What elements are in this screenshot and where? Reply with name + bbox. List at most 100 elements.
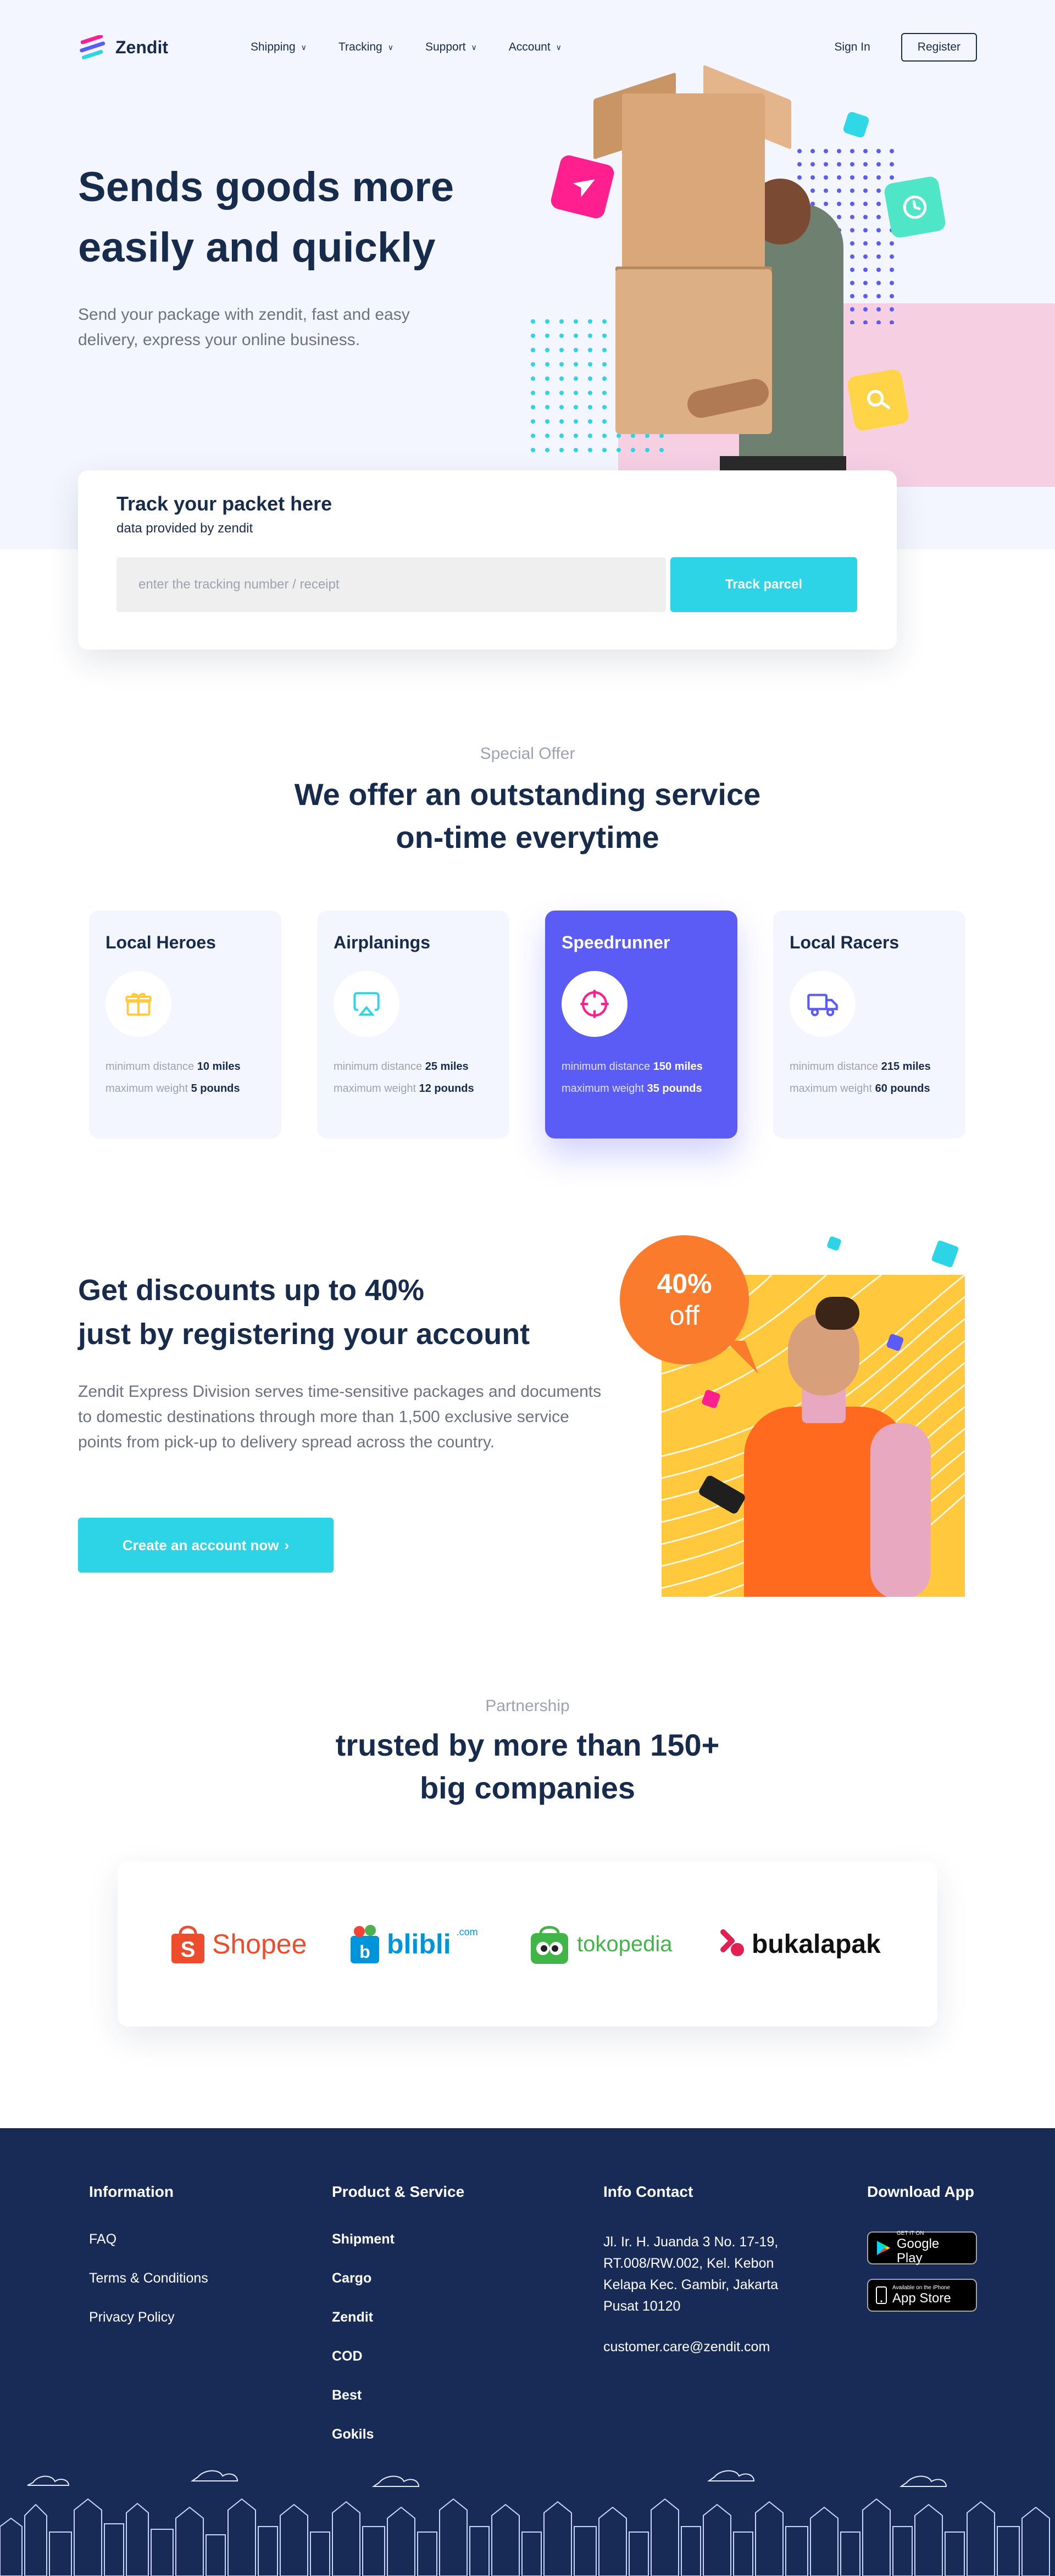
footer-products: Product & Service Shipment Cargo Zendit …: [332, 2183, 464, 2466]
partnership-title: trusted by more than 150+ big companies: [0, 1724, 1055, 1809]
footer-link-faq[interactable]: FAQ: [89, 2231, 208, 2247]
zendit-logo-icon: [80, 35, 106, 59]
confetti-decoration: [826, 1235, 842, 1252]
hero-title-line1: Sends goods more: [78, 164, 454, 210]
weight-value: 35 pounds: [647, 1082, 702, 1095]
svg-text:S: S: [181, 1937, 196, 1962]
partner-bukalapak[interactable]: bukalapak: [719, 1922, 881, 1966]
track-parcel-button[interactable]: Track parcel: [670, 557, 857, 612]
service-weight: maximum weight 35 pounds: [562, 1082, 702, 1095]
app-store-text: Available on the iPhone App Store: [892, 2285, 951, 2306]
distance-value: 150 miles: [653, 1061, 703, 1073]
footer-link-terms[interactable]: Terms & Conditions: [89, 2270, 208, 2286]
distance-label: minimum distance: [562, 1061, 651, 1073]
discount-title: Get discounts up to 40% just by register…: [78, 1268, 628, 1356]
partnership-eyebrow: Partnership: [485, 1697, 570, 1715]
weight-label: maximum weight: [106, 1082, 188, 1095]
airplay-icon: [334, 971, 399, 1037]
main-menu: Shipping ∨ Tracking ∨ Support ∨ Account …: [251, 41, 562, 54]
hero-title-line2: easily and quickly: [78, 224, 436, 271]
chevron-down-icon: ∨: [387, 42, 393, 52]
iphone-icon: [876, 2286, 887, 2304]
services-title-line2: on-time everytime: [396, 820, 659, 854]
site-footer: Information FAQ Terms & Conditions Priva…: [0, 2128, 1055, 2576]
partner-tokopedia[interactable]: tokopedia: [528, 1922, 672, 1966]
brand-name: Zendit: [115, 37, 168, 57]
woman-hair: [815, 1297, 859, 1330]
register-button[interactable]: Register: [901, 33, 977, 62]
create-account-label: Create an account now: [122, 1536, 279, 1553]
service-name: Local Racers: [790, 932, 899, 952]
service-card-speedrunner[interactable]: Speedrunner minimum distance 150 miles m…: [545, 911, 737, 1139]
footer-address: Jl. Ir. H. Juanda 3 No. 17-19, RT.008/RW…: [603, 2234, 779, 2314]
service-card-airplanings[interactable]: Airplanings minimum distance 25 miles ma…: [317, 911, 509, 1139]
partner-suffix: .com: [456, 1927, 478, 1937]
footer-email[interactable]: customer.care@zendit.com: [603, 2339, 812, 2355]
weight-label: maximum weight: [334, 1082, 417, 1095]
weight-label: maximum weight: [790, 1082, 873, 1095]
target-icon: [562, 971, 628, 1037]
partner-name: tokopedia: [577, 1931, 673, 1956]
chevron-right-icon: ›: [284, 1536, 290, 1553]
discount-badge: 40% off: [620, 1235, 749, 1364]
tracking-number-input[interactable]: enter the tracking number / receipt: [116, 557, 666, 612]
service-card-local-heroes[interactable]: Local Heroes minimum distance 10 miles m…: [89, 911, 281, 1139]
blibli-bag-icon: b: [351, 1925, 379, 1963]
service-distance: minimum distance 10 miles: [106, 1061, 241, 1073]
footer-link-cod[interactable]: COD: [332, 2349, 464, 2364]
footer-heading: Product & Service: [332, 2183, 465, 2200]
logo[interactable]: Zendit: [78, 35, 168, 59]
menu-support[interactable]: Support ∨: [425, 41, 477, 54]
hero-title: Sends goods more easily and quickly: [78, 157, 507, 278]
create-account-button[interactable]: Create an account now ›: [78, 1518, 334, 1573]
footer-heading: Info Contact: [603, 2183, 693, 2200]
service-distance: minimum distance 25 miles: [334, 1061, 469, 1073]
confetti-decoration: [931, 1240, 959, 1268]
hero-section: Zendit Shipping ∨ Tracking ∨ Support ∨ A…: [0, 0, 1055, 549]
footer-link-shipment[interactable]: Shipment: [332, 2231, 464, 2247]
discount-title-line2: just by registering your account: [78, 1318, 530, 1351]
service-distance: minimum distance 215 miles: [790, 1061, 931, 1073]
footer-link-zendit[interactable]: Zendit: [332, 2309, 464, 2325]
partnership-title-line1: trusted by more than 150+: [335, 1728, 720, 1762]
truck-icon: [790, 971, 856, 1037]
weight-value: 12 pounds: [419, 1082, 474, 1095]
sign-in-link[interactable]: Sign In: [834, 41, 870, 54]
partner-shopee[interactable]: S Shopee: [169, 1922, 307, 1966]
discount-title-line1: Get discounts up to 40%: [78, 1274, 425, 1307]
menu-shipping[interactable]: Shipping ∨: [251, 41, 307, 54]
menu-account[interactable]: Account ∨: [509, 41, 562, 54]
top-nav: Zendit Shipping ∨ Tracking ∨ Support ∨ A…: [78, 32, 977, 63]
footer-link-best[interactable]: Best: [332, 2388, 464, 2403]
menu-label: Shipping: [250, 41, 296, 53]
gift-icon: [106, 971, 171, 1037]
cyan-square-decoration: [842, 110, 870, 139]
nav-actions: Sign In Register: [834, 33, 977, 62]
menu-label: Support: [425, 41, 466, 53]
app-store-badge[interactable]: Available on the iPhone App Store: [867, 2279, 977, 2312]
service-name: Airplanings: [334, 932, 431, 952]
weight-label: maximum weight: [562, 1082, 645, 1095]
woman-arm: [870, 1423, 931, 1597]
google-play-icon: [876, 2241, 890, 2255]
distance-label: minimum distance: [106, 1061, 195, 1073]
footer-link-cargo[interactable]: Cargo: [332, 2270, 464, 2286]
distance-label: minimum distance: [790, 1061, 879, 1073]
service-distance: minimum distance 150 miles: [562, 1061, 703, 1073]
cardboard-box-top: [622, 93, 765, 269]
footer-link-gokils[interactable]: Gokils: [332, 2427, 464, 2442]
menu-tracking[interactable]: Tracking ∨: [338, 41, 393, 54]
chevron-down-icon: ∨: [301, 42, 307, 52]
partner-blibli[interactable]: b blibli .com: [348, 1922, 478, 1966]
google-play-badge[interactable]: GET IT ON Google Play: [867, 2230, 977, 2266]
service-card-local-racers[interactable]: Local Racers minimum distance 215 miles …: [773, 911, 965, 1139]
partner-name: blibli: [387, 1929, 451, 1959]
distance-label: minimum distance: [334, 1061, 423, 1073]
bukalapak-icon: [720, 1929, 744, 1956]
services-title: We offer an outstanding service on-time …: [0, 773, 1055, 859]
clock-icon: [883, 175, 947, 239]
partner-name: bukalapak: [752, 1929, 881, 1959]
service-name: Speedrunner: [562, 932, 670, 952]
weight-value: 5 pounds: [191, 1082, 240, 1095]
footer-link-privacy[interactable]: Privacy Policy: [89, 2309, 208, 2325]
